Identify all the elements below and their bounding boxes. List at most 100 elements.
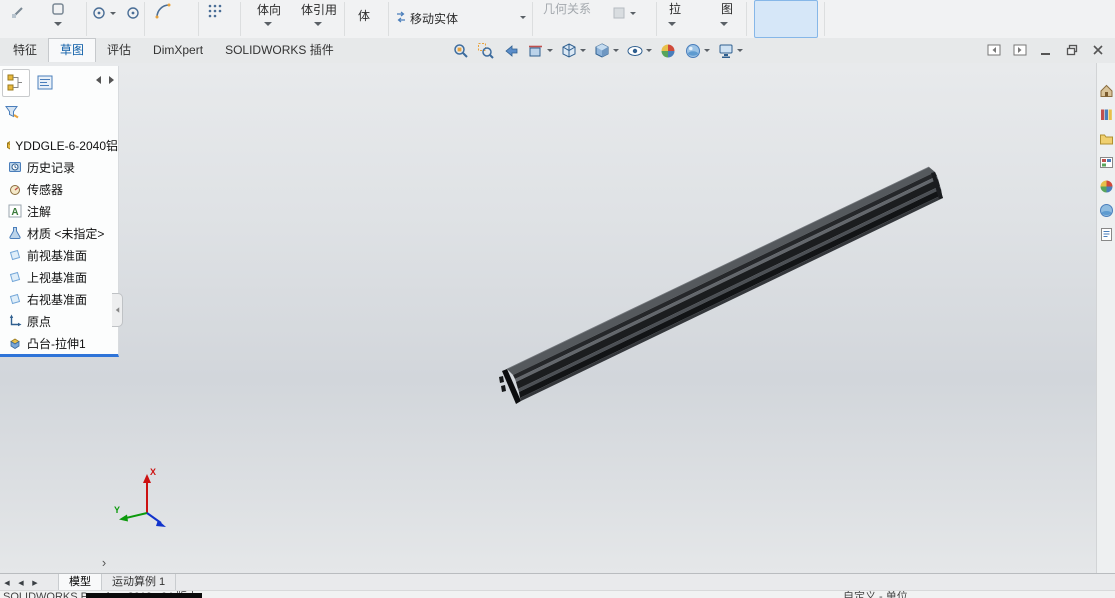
graphics-viewport[interactable]: X Y YDDGLE-6-2040铝 历史记录 传感器 A 注解 材质 <未指定… [0,63,1097,573]
tree-item-front-plane[interactable]: 前视基准面 [0,244,118,266]
propertymanager-icon [37,75,53,90]
scroll-right-icon[interactable] [109,76,114,84]
tab-solidworks-addins[interactable]: SOLIDWORKS 插件 [214,38,345,62]
zoom-to-fit-button[interactable] [450,41,472,61]
coordinate-triad: X Y [114,467,166,527]
command-tabs: 特征 草图 评估 DimXpert SOLIDWORKS 插件 [2,38,345,62]
chevron-down-icon[interactable] [54,22,62,26]
pane-collapse-left-button[interactable] [985,42,1003,58]
tab-nav-prev-button[interactable]: ◀ [14,575,28,590]
chevron-down-icon[interactable] [520,16,526,19]
view-settings-button[interactable] [715,41,745,61]
zoom-to-area-icon [478,42,494,59]
tab-features[interactable]: 特征 [2,38,48,62]
tab-motion-study[interactable]: 运动算例 1 [102,574,177,591]
circle-tool-icon[interactable] [92,6,106,20]
main-area: X Y YDDGLE-6-2040铝 历史记录 传感器 A 注解 材质 <未指定… [0,63,1115,573]
resources-icon[interactable] [1099,83,1114,98]
tab-sketch[interactable]: 草图 [48,38,97,62]
scenes-icon[interactable] [1099,203,1114,218]
chevron-down-icon[interactable] [720,22,728,26]
tree-item-top-plane[interactable]: 上视基准面 [0,266,118,288]
convert-entities-button[interactable]: 体引用 [292,3,346,17]
display-style-icon [595,42,609,58]
restore-button[interactable] [1063,42,1081,58]
history-icon [9,162,21,172]
previous-view-button[interactable] [500,41,522,61]
display-style-button[interactable] [591,41,621,61]
pattern-tool-icon[interactable] [206,2,224,20]
tab-nav-first-button[interactable]: ◀ [0,575,14,590]
tree-item-sensors[interactable]: 传感器 [0,178,118,200]
tab-nav-next-button[interactable]: ▶ [28,575,42,590]
view-palette-icon[interactable] [1099,155,1114,170]
design-library-icon[interactable] [1099,107,1114,122]
display-relations-button[interactable]: 几何关系 [538,2,596,16]
sketch-tool-icon[interactable] [50,1,66,17]
pane-collapse-right-button[interactable] [1011,42,1029,58]
close-button[interactable] [1089,42,1107,58]
zoom-to-area-button[interactable] [475,41,497,61]
tree-item-origin[interactable]: 原点 [0,310,118,332]
edit-appearance-icon [661,44,675,57]
ribbon-button-fragment[interactable]: 图 [718,2,736,16]
hide-show-items-button[interactable] [624,41,654,61]
heads-up-view-toolbar [450,38,745,63]
panel-tab-scroll [96,76,114,84]
chevron-down-icon[interactable] [646,49,652,52]
panel-collapse-handle[interactable] [112,293,123,327]
chevron-down-icon[interactable] [704,49,710,52]
ribbon-pressed-button[interactable] [754,0,818,38]
disabled-tool-icon [613,7,625,19]
chevron-down-icon[interactable] [264,22,272,26]
circle-tool-icon[interactable] [126,6,140,20]
ribbon-button-fragment[interactable]: 体 [354,9,374,23]
view-orientation-button[interactable] [558,41,588,61]
tab-model[interactable]: 模型 [58,574,102,591]
featuremanager-tab[interactable] [2,69,30,97]
chevron-down-icon[interactable] [613,49,619,52]
appearances-icon[interactable] [1099,179,1114,194]
section-view-button[interactable] [525,41,555,61]
tab-dimxpert[interactable]: DimXpert [142,38,214,62]
feature-manager-panel: YDDGLE-6-2040铝 历史记录 传感器 A 注解 材质 <未指定> 前视… [0,66,119,357]
chevron-down-icon[interactable] [630,12,636,15]
y-axis-label: Y [114,505,120,515]
tree-filter-icon[interactable] [4,104,20,120]
status-units-text[interactable]: 自定义 - 单位 [843,591,908,598]
custom-properties-icon[interactable] [1099,227,1114,242]
tree-item-right-plane[interactable]: 右视基准面 [0,288,118,310]
chevron-down-icon[interactable] [314,22,322,26]
tree-item-boss-extrude[interactable]: 凸台-拉伸1 [0,332,118,354]
tree-item-annotations[interactable]: A 注解 [0,200,118,222]
move-entities-button[interactable]: 移动实体 [410,12,464,26]
model-aluminum-extrusion[interactable] [499,166,943,404]
chevron-down-icon[interactable] [547,49,553,52]
tree-item-material[interactable]: 材质 <未指定> [0,222,118,244]
tree-item-part[interactable]: YDDGLE-6-2040铝 [0,134,118,156]
sketch-tool-icon[interactable] [10,4,26,20]
restore-icon [1066,44,1078,56]
chevron-down-icon[interactable] [110,12,116,15]
apply-scene-button[interactable] [682,41,712,61]
zoom-to-fit-icon [454,43,468,58]
ribbon-button-fragment[interactable]: 体向 [246,3,292,17]
tree-item-history[interactable]: 历史记录 [0,156,118,178]
close-icon [1093,45,1103,55]
tree-item-label: 传感器 [27,182,64,197]
propertymanager-tab[interactable] [32,69,60,97]
arc-tool-icon[interactable] [154,2,172,20]
edit-appearance-button[interactable] [657,41,679,61]
chevron-down-icon[interactable] [668,22,676,26]
pane-right-icon [1013,44,1027,56]
chevron-down-icon[interactable] [737,49,743,52]
ribbon-button-fragment[interactable]: 拉 [666,2,684,16]
panel-scroll-right-button[interactable]: › [96,555,112,571]
scroll-left-icon[interactable] [96,76,101,84]
featuremanager-tree-icon [7,74,22,91]
tab-evaluate[interactable]: 评估 [96,38,142,62]
file-explorer-icon[interactable] [1099,131,1114,146]
hide-show-items-icon [627,45,643,56]
minimize-button[interactable] [1037,42,1055,58]
chevron-down-icon[interactable] [580,49,586,52]
